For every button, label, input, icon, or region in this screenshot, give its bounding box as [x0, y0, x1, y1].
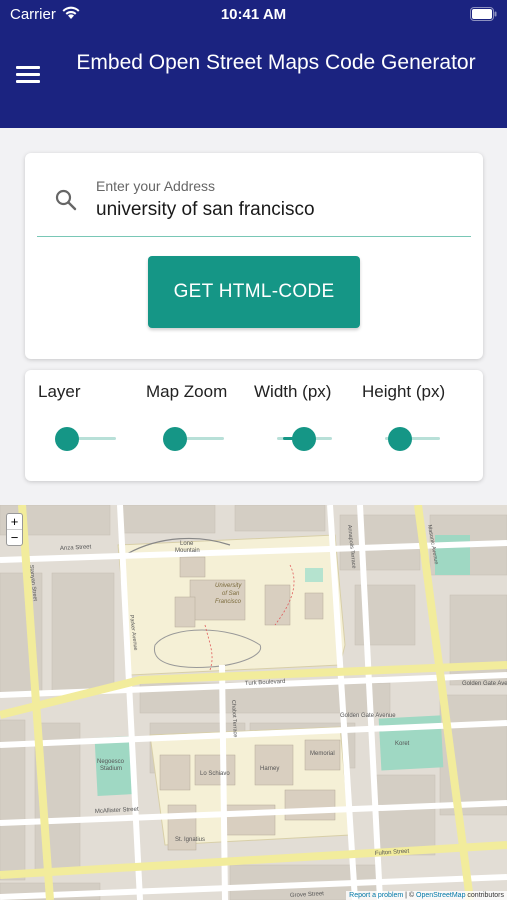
battery-icon	[470, 7, 497, 21]
map-view[interactable]: Anza Street Turk Boulevard Golden Gate A…	[0, 505, 507, 900]
hamburger-menu-icon[interactable]	[16, 66, 40, 86]
map-zoom-slider-label: Map Zoom	[146, 382, 228, 401]
attribution-separator: | ©	[403, 892, 417, 899]
svg-text:Negoesco: Negoesco	[97, 759, 125, 765]
report-problem-link[interactable]: Report a problem	[349, 892, 403, 899]
map-zoom-in-button[interactable]: +	[7, 514, 22, 530]
svg-text:Golden Gate Avenue: Golden Gate Avenue	[340, 713, 396, 719]
svg-text:Stadium: Stadium	[100, 766, 122, 772]
svg-text:Mountain: Mountain	[175, 548, 200, 554]
search-card: Enter your Address GET HTML-CODE	[25, 153, 483, 359]
svg-text:St. Ignatius: St. Ignatius	[175, 837, 205, 843]
page-title: Embed Open Street Maps Code Generator	[76, 51, 476, 74]
svg-text:University: University	[215, 583, 242, 589]
svg-text:Koret: Koret	[395, 741, 410, 747]
address-input-underline	[37, 236, 471, 237]
map-canvas[interactable]: Anza Street Turk Boulevard Golden Gate A…	[0, 505, 507, 900]
height-slider-thumb[interactable]	[388, 427, 412, 451]
address-input[interactable]	[96, 199, 456, 221]
svg-text:Lo Schiavo: Lo Schiavo	[200, 771, 230, 777]
openstreetmap-link[interactable]: OpenStreetMap	[416, 892, 465, 899]
app-bar: Embed Open Street Maps Code Generator	[0, 28, 507, 128]
map-attribution: Report a problem | © OpenStreetMap contr…	[346, 891, 507, 900]
search-icon	[55, 189, 77, 211]
settings-card: Layer Map Zoom Width (px) Height (px)	[25, 370, 483, 481]
map-zoom-out-button[interactable]: −	[7, 530, 22, 546]
layer-slider-label: Layer	[38, 382, 81, 401]
width-slider-thumb[interactable]	[292, 427, 316, 451]
map-zoom-slider-thumb[interactable]	[163, 427, 187, 451]
attribution-suffix: contributors	[465, 892, 504, 899]
svg-text:Golden Gate Ave: Golden Gate Ave	[462, 681, 507, 687]
width-slider-label: Width (px)	[254, 382, 332, 401]
address-field-label: Enter your Address	[96, 178, 216, 194]
svg-text:Francisco: Francisco	[215, 599, 242, 605]
height-slider-label: Height (px)	[362, 382, 446, 401]
svg-text:Memorial: Memorial	[310, 751, 335, 757]
svg-text:Lone: Lone	[180, 541, 194, 547]
layer-slider-thumb[interactable]	[55, 427, 79, 451]
clock: 10:41 AM	[220, 6, 287, 23]
svg-text:Harney: Harney	[260, 766, 279, 772]
svg-text:of San: of San	[222, 591, 240, 597]
map-zoom-control: + −	[6, 513, 23, 546]
status-bar: Carrier 10:41 AM	[0, 0, 507, 28]
get-html-code-button[interactable]: GET HTML-CODE	[148, 256, 360, 328]
